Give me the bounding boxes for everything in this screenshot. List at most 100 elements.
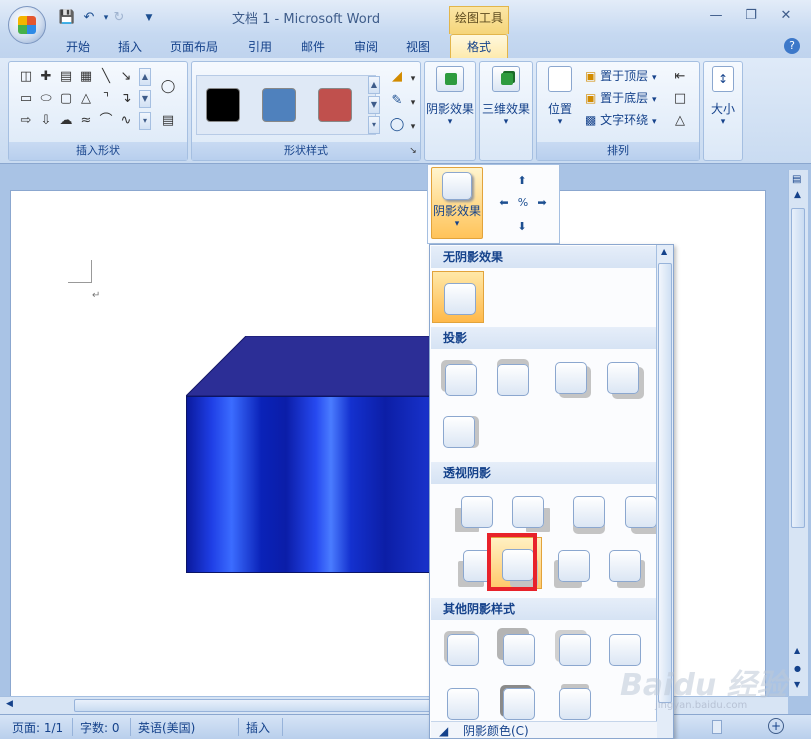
gallery-item-perspective-2[interactable] (501, 485, 553, 537)
cross-shape-icon[interactable]: ✚ (37, 68, 55, 86)
tab-references[interactable]: 引用 (248, 38, 272, 55)
style-swatch-red[interactable] (318, 88, 352, 122)
prev-page-icon[interactable]: ▲ (794, 646, 800, 655)
scroll-up-icon[interactable]: ▲ (794, 190, 801, 200)
shadow-color-menu-item[interactable]: ◢ 阴影颜色(C) (431, 721, 657, 738)
text-wrap-button[interactable]: ▩ 文字环绕 ▾ (585, 110, 657, 130)
send-to-back-button[interactable]: ▣ 置于底层 ▾ (585, 88, 657, 108)
cube-top-face[interactable] (186, 336, 446, 396)
nudge-shadow-down-icon[interactable]: ⬇ (514, 219, 530, 235)
gallery-item-drop-shadow-4[interactable] (596, 351, 648, 403)
status-insert-mode[interactable]: 插入 (246, 719, 270, 736)
styles-scroll-up-icon[interactable]: ▲ (368, 76, 380, 94)
cube-shape-icon[interactable]: ◫ (17, 68, 35, 86)
tab-home[interactable]: 开始 (66, 38, 90, 55)
scroll-left-icon[interactable]: ◀ (6, 699, 13, 709)
minimize-icon[interactable]: — (708, 8, 724, 24)
nudge-shadow-right-icon[interactable]: ➡ (534, 195, 550, 211)
gallery-item-perspective-8[interactable] (598, 539, 650, 591)
gallery-item-drop-shadow-3[interactable] (544, 351, 596, 403)
close-icon[interactable]: ✕ (778, 8, 794, 24)
fill-dropdown-icon[interactable]: ▾ (404, 70, 422, 88)
edit-shape-icon[interactable]: ◯ (159, 78, 177, 96)
zoom-slider-thumb[interactable] (712, 720, 722, 734)
callout-shape-icon[interactable]: ☁ (57, 112, 75, 130)
styles-scroll-down-icon[interactable]: ▼ (368, 96, 380, 114)
tab-format[interactable]: 格式 (450, 34, 508, 60)
zoom-in-icon[interactable]: + (768, 718, 784, 734)
shadow-on-off-icon[interactable]: % (515, 195, 531, 211)
rectangle-shape-icon[interactable]: ▭ (17, 90, 35, 108)
align-icon[interactable]: ⇤ (671, 68, 689, 86)
vertical-scrollbar[interactable]: ▤ ▲ ▲ ● ▼ (788, 170, 808, 696)
gallery-scroll-up-icon[interactable]: ▲ (661, 247, 667, 256)
style-swatch-blue[interactable] (262, 88, 296, 122)
styles-more-icon[interactable]: ▾ (368, 116, 380, 134)
horizontal-scroll-thumb[interactable] (74, 699, 434, 712)
status-page[interactable]: 页面: 1/1 (12, 719, 63, 736)
vertical-scroll-thumb[interactable] (791, 208, 805, 528)
tab-page-layout[interactable]: 页面布局 (170, 38, 218, 55)
elbow-arrow-icon[interactable]: ↴ (117, 90, 135, 108)
group-objects-icon[interactable]: □ (671, 90, 689, 108)
nudge-shadow-left-icon[interactable]: ⬅ (496, 195, 512, 211)
dialog-launcher-icon[interactable]: ↘ (404, 142, 422, 160)
gallery-item-perspective-1[interactable] (450, 485, 502, 537)
office-button[interactable] (8, 6, 46, 44)
gallery-item-perspective-7[interactable] (547, 539, 599, 591)
browse-object-icon[interactable]: ● (794, 664, 801, 673)
line-shape-icon[interactable]: ╲ (97, 68, 115, 86)
shapes-scroll-up-icon[interactable]: ▲ (139, 68, 151, 86)
scribble-shape-icon[interactable]: ≈ (77, 112, 95, 130)
position-button[interactable]: 位置 ▾ (539, 66, 581, 127)
tab-mailings[interactable]: 邮件 (301, 38, 325, 55)
gallery-item-perspective-3[interactable] (562, 485, 614, 537)
ruler-toggle-icon[interactable]: ▤ (792, 174, 801, 185)
tab-review[interactable]: 审阅 (354, 38, 378, 55)
redo-icon[interactable]: ↻ (110, 9, 128, 27)
down-arrow-shape-icon[interactable]: ⇩ (37, 112, 55, 130)
oval-shape-icon[interactable]: ⬭ (37, 90, 55, 108)
rotate-icon[interactable]: △ (671, 112, 689, 130)
triangle-shape-icon[interactable]: △ (77, 90, 95, 108)
undo-icon[interactable]: ↶ (80, 9, 98, 27)
cube-front-face[interactable] (186, 396, 436, 573)
tab-view[interactable]: 视图 (406, 38, 430, 55)
shadow-effect-ribbon-button[interactable]: 阴影效果 ▾ (425, 66, 475, 127)
outline-dropdown-icon[interactable]: ▾ (404, 94, 422, 112)
gallery-item-other-3[interactable] (548, 623, 600, 675)
style-swatch-black[interactable] (206, 88, 240, 122)
textbox-shape-icon[interactable]: ▤ (57, 68, 75, 86)
change-shape-dropdown-icon[interactable]: ▾ (404, 118, 422, 136)
customize-icon[interactable]: ▼ (140, 9, 158, 27)
bring-to-front-button[interactable]: ▣ 置于顶层 ▾ (585, 66, 657, 86)
shapes-more-icon[interactable]: ▾ (139, 112, 151, 130)
3d-effect-button[interactable]: 三维效果 ▾ (480, 66, 532, 127)
status-language[interactable]: 英语(美国) (138, 719, 195, 736)
gallery-item-drop-shadow-2[interactable] (486, 353, 538, 405)
size-button[interactable]: ↕ 大小 ▾ (704, 66, 742, 127)
gallery-item-no-shadow[interactable] (432, 271, 484, 323)
gallery-item-drop-shadow-5[interactable] (432, 405, 484, 457)
save-icon[interactable]: 💾 (58, 9, 76, 27)
gallery-item-other-1[interactable] (436, 623, 488, 675)
draw-textbox-icon[interactable]: ▤ (159, 112, 177, 130)
tab-insert[interactable]: 插入 (118, 38, 142, 55)
help-icon[interactable]: ? (784, 38, 800, 54)
right-arrow-shape-icon[interactable]: ⇨ (17, 112, 35, 130)
curve-shape-icon[interactable]: ∿ (117, 112, 135, 130)
gallery-item-drop-shadow-1[interactable] (434, 353, 486, 405)
arrow-line-icon[interactable]: ↘ (117, 68, 135, 86)
arc-shape-icon[interactable]: ⌒ (97, 112, 115, 130)
gallery-item-other-2[interactable] (492, 623, 544, 675)
next-page-icon[interactable]: ▼ (794, 680, 800, 689)
elbow-connector-icon[interactable]: ⌝ (97, 90, 115, 108)
restore-icon[interactable]: ❐ (743, 8, 759, 24)
status-word-count[interactable]: 字数: 0 (80, 719, 120, 736)
shadow-effect-button[interactable]: 阴影效果 ▾ (431, 167, 483, 239)
nudge-shadow-up-icon[interactable]: ⬆ (514, 173, 530, 189)
gallery-scroll-thumb[interactable] (658, 263, 672, 703)
shapes-scroll-down-icon[interactable]: ▼ (139, 90, 151, 108)
vertical-textbox-icon[interactable]: ▦ (77, 68, 95, 86)
rounded-rect-icon[interactable]: ▢ (57, 90, 75, 108)
